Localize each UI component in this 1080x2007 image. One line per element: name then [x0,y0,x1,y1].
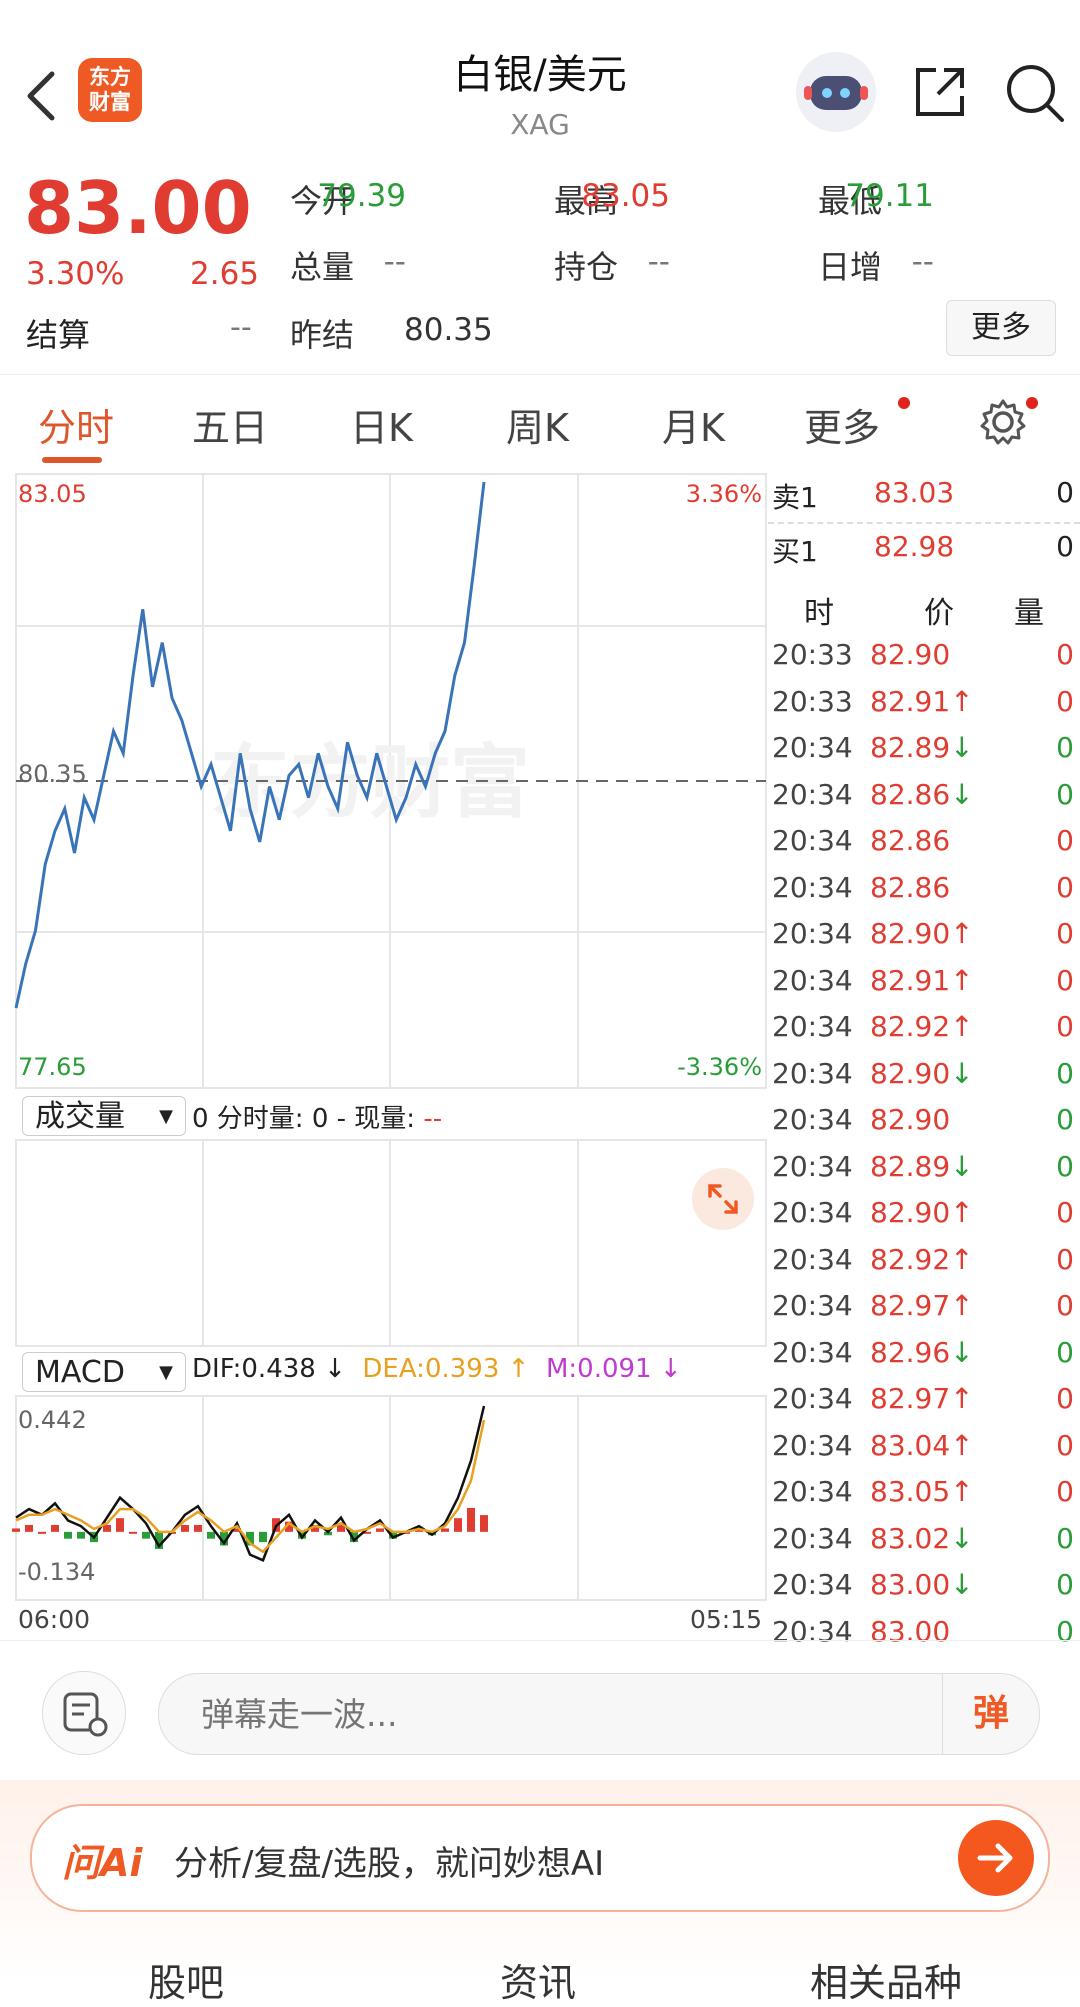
dropdown-caret-icon: ▼ [159,1106,173,1127]
ai-ask-box[interactable]: 问Ai 分析/复盘/选股，就问妙想AI [30,1804,1050,1912]
volume-info: 0 分时量: 0 - 现量: -- [192,1104,443,1134]
tab-1[interactable]: 五日 [192,397,268,452]
ai-prompt-text: 分析/复盘/选股，就问妙想AI [174,1844,605,1884]
quote-value: 79.39 [317,178,406,214]
settle-value: -- [230,310,252,345]
macd-histogram-bar [25,1525,33,1532]
macd-histogram-bar [467,1507,475,1532]
tab-0[interactable]: 分时 [38,397,114,452]
more-badge-dot [898,397,910,409]
macd-histogram-bar [64,1531,72,1539]
macd-indicator-select[interactable]: MACD ▼ [22,1352,186,1392]
eastmoney-logo: 东方 财富 [78,58,142,122]
macd-histogram-bar [38,1531,46,1534]
quote-value: -- [647,244,670,280]
macd-histogram-bar [142,1531,150,1539]
axis-tick-label: 3.36% [686,480,762,508]
expand-icon[interactable] [692,1168,754,1230]
chart-tabs: 分时 五日 日K 周K 月K 更多 [0,374,1080,471]
axis-tick-label: 0.442 [18,1406,87,1434]
list-settings-icon[interactable] [42,1671,126,1755]
axis-tick-label: 83.05 [18,480,87,508]
axis-tick-label: 77.65 [18,1053,87,1081]
search-icon[interactable] [1004,62,1066,124]
macd-histogram-bar [129,1531,137,1534]
tick-table-header: 时 价 量 [804,596,1044,631]
tab-4[interactable]: 月K [662,397,725,452]
top-bar: 东方 财富 白银/美元 XAG [0,0,1080,152]
macd-histogram-bar [194,1525,202,1532]
macd-axis-labels: 0.442 -0.134 [18,1406,95,1586]
robot-assistant-icon[interactable] [796,52,876,132]
quote-value: 79.11 [845,178,934,214]
page-title: 白银/美元 [453,52,627,98]
more-quote-button[interactable]: 更多 [946,300,1056,356]
bottom-tab-related[interactable]: 相关品种 [810,1952,962,2007]
last-price: 83.00 [24,166,252,250]
macd-histogram-bar [103,1525,111,1532]
quote-value: -- [383,244,406,280]
quote-value: 80.35 [404,312,493,348]
quote-label: 昨结 [290,316,355,354]
change-percent: 3.30% [26,256,125,292]
macd-histogram-bar [12,1528,20,1532]
danmu-input-box: 弹 [158,1673,1040,1755]
symbol-code: XAG [510,108,570,141]
macd-info: DIF:0.438 ↓ DEA:0.393 ↑ M:0.091 ↓ [192,1354,682,1384]
quote-value: 83.05 [581,178,670,214]
order-book-panel: 卖1 83.03 0 买1 82.98 0 时 价 量 20:33 82.90 0 20:33… [768,470,1080,1648]
macd-histogram-bar [77,1531,85,1539]
bottom-tab-news[interactable]: 资讯 [500,1952,576,2007]
danmu-bar: 弹 [0,1640,1080,1781]
active-tab-indicator [42,457,102,463]
ai-go-arrow-icon[interactable] [958,1820,1034,1896]
settings-badge-dot [1026,397,1038,409]
time-axis-label: 06:00 [18,1605,90,1634]
macd-histogram-bar [207,1531,215,1539]
change-amount: 2.65 [190,256,260,292]
macd-histogram-bar [181,1525,189,1532]
volume-header: 成交量 ▼ 0 分时量: 0 - 现量: -- [16,1094,766,1138]
danmu-input[interactable] [199,1690,903,1738]
time-axis-label: 05:15 [690,1605,762,1634]
axis-tick-label: -0.134 [18,1558,95,1586]
time-axis-labels: 06:00 05:15 [18,1605,762,1634]
quote-panel: 83.00 3.30% 2.65 结算 -- 今开 79.39 最高 83.05 最低 7… [0,152,1080,374]
axis-tick-label: 80.35 [18,760,87,788]
chart-grid [15,473,767,1601]
quote-value: -- [911,244,934,280]
volume-indicator-select[interactable]: 成交量 ▼ [22,1096,186,1136]
back-arrow-icon[interactable] [22,66,62,126]
macd-histogram-bar [116,1518,124,1532]
bottom-tab-guba[interactable]: 股吧 [148,1952,224,2007]
tab-3[interactable]: 周K [506,397,569,452]
ai-logo: 问Ai [62,1841,143,1885]
book-divider [768,522,1080,524]
settle-label: 结算 [26,316,91,354]
macd-header: MACD ▼ DIF:0.438 ↓ DEA:0.393 ↑ M:0.091 ↓ [16,1350,766,1394]
dropdown-caret-icon: ▼ [159,1362,173,1383]
tab-5[interactable]: 更多 [804,397,880,452]
macd-histogram-bar [480,1515,488,1532]
tab-2[interactable]: 日K [350,397,413,452]
macd-histogram-bar [259,1531,267,1543]
danmu-send-button[interactable]: 弹 [942,1674,1039,1754]
axis-tick-label: -3.36% [677,1053,762,1081]
macd-histogram-bar [376,1528,384,1532]
settings-gear-icon[interactable] [978,397,1028,447]
ai-section: 问Ai 分析/复盘/选股，就问妙想AI 股吧 资讯 相关品种 [0,1780,1080,2005]
price-chart[interactable]: 东方财富 83.0580.3577.653.36%-3.36% 0.442-0.… [0,470,768,1640]
macd-histogram-bar [51,1525,59,1532]
macd-histogram-bar [441,1528,449,1532]
share-icon[interactable] [910,62,970,122]
macd-histogram-bar [454,1518,462,1532]
